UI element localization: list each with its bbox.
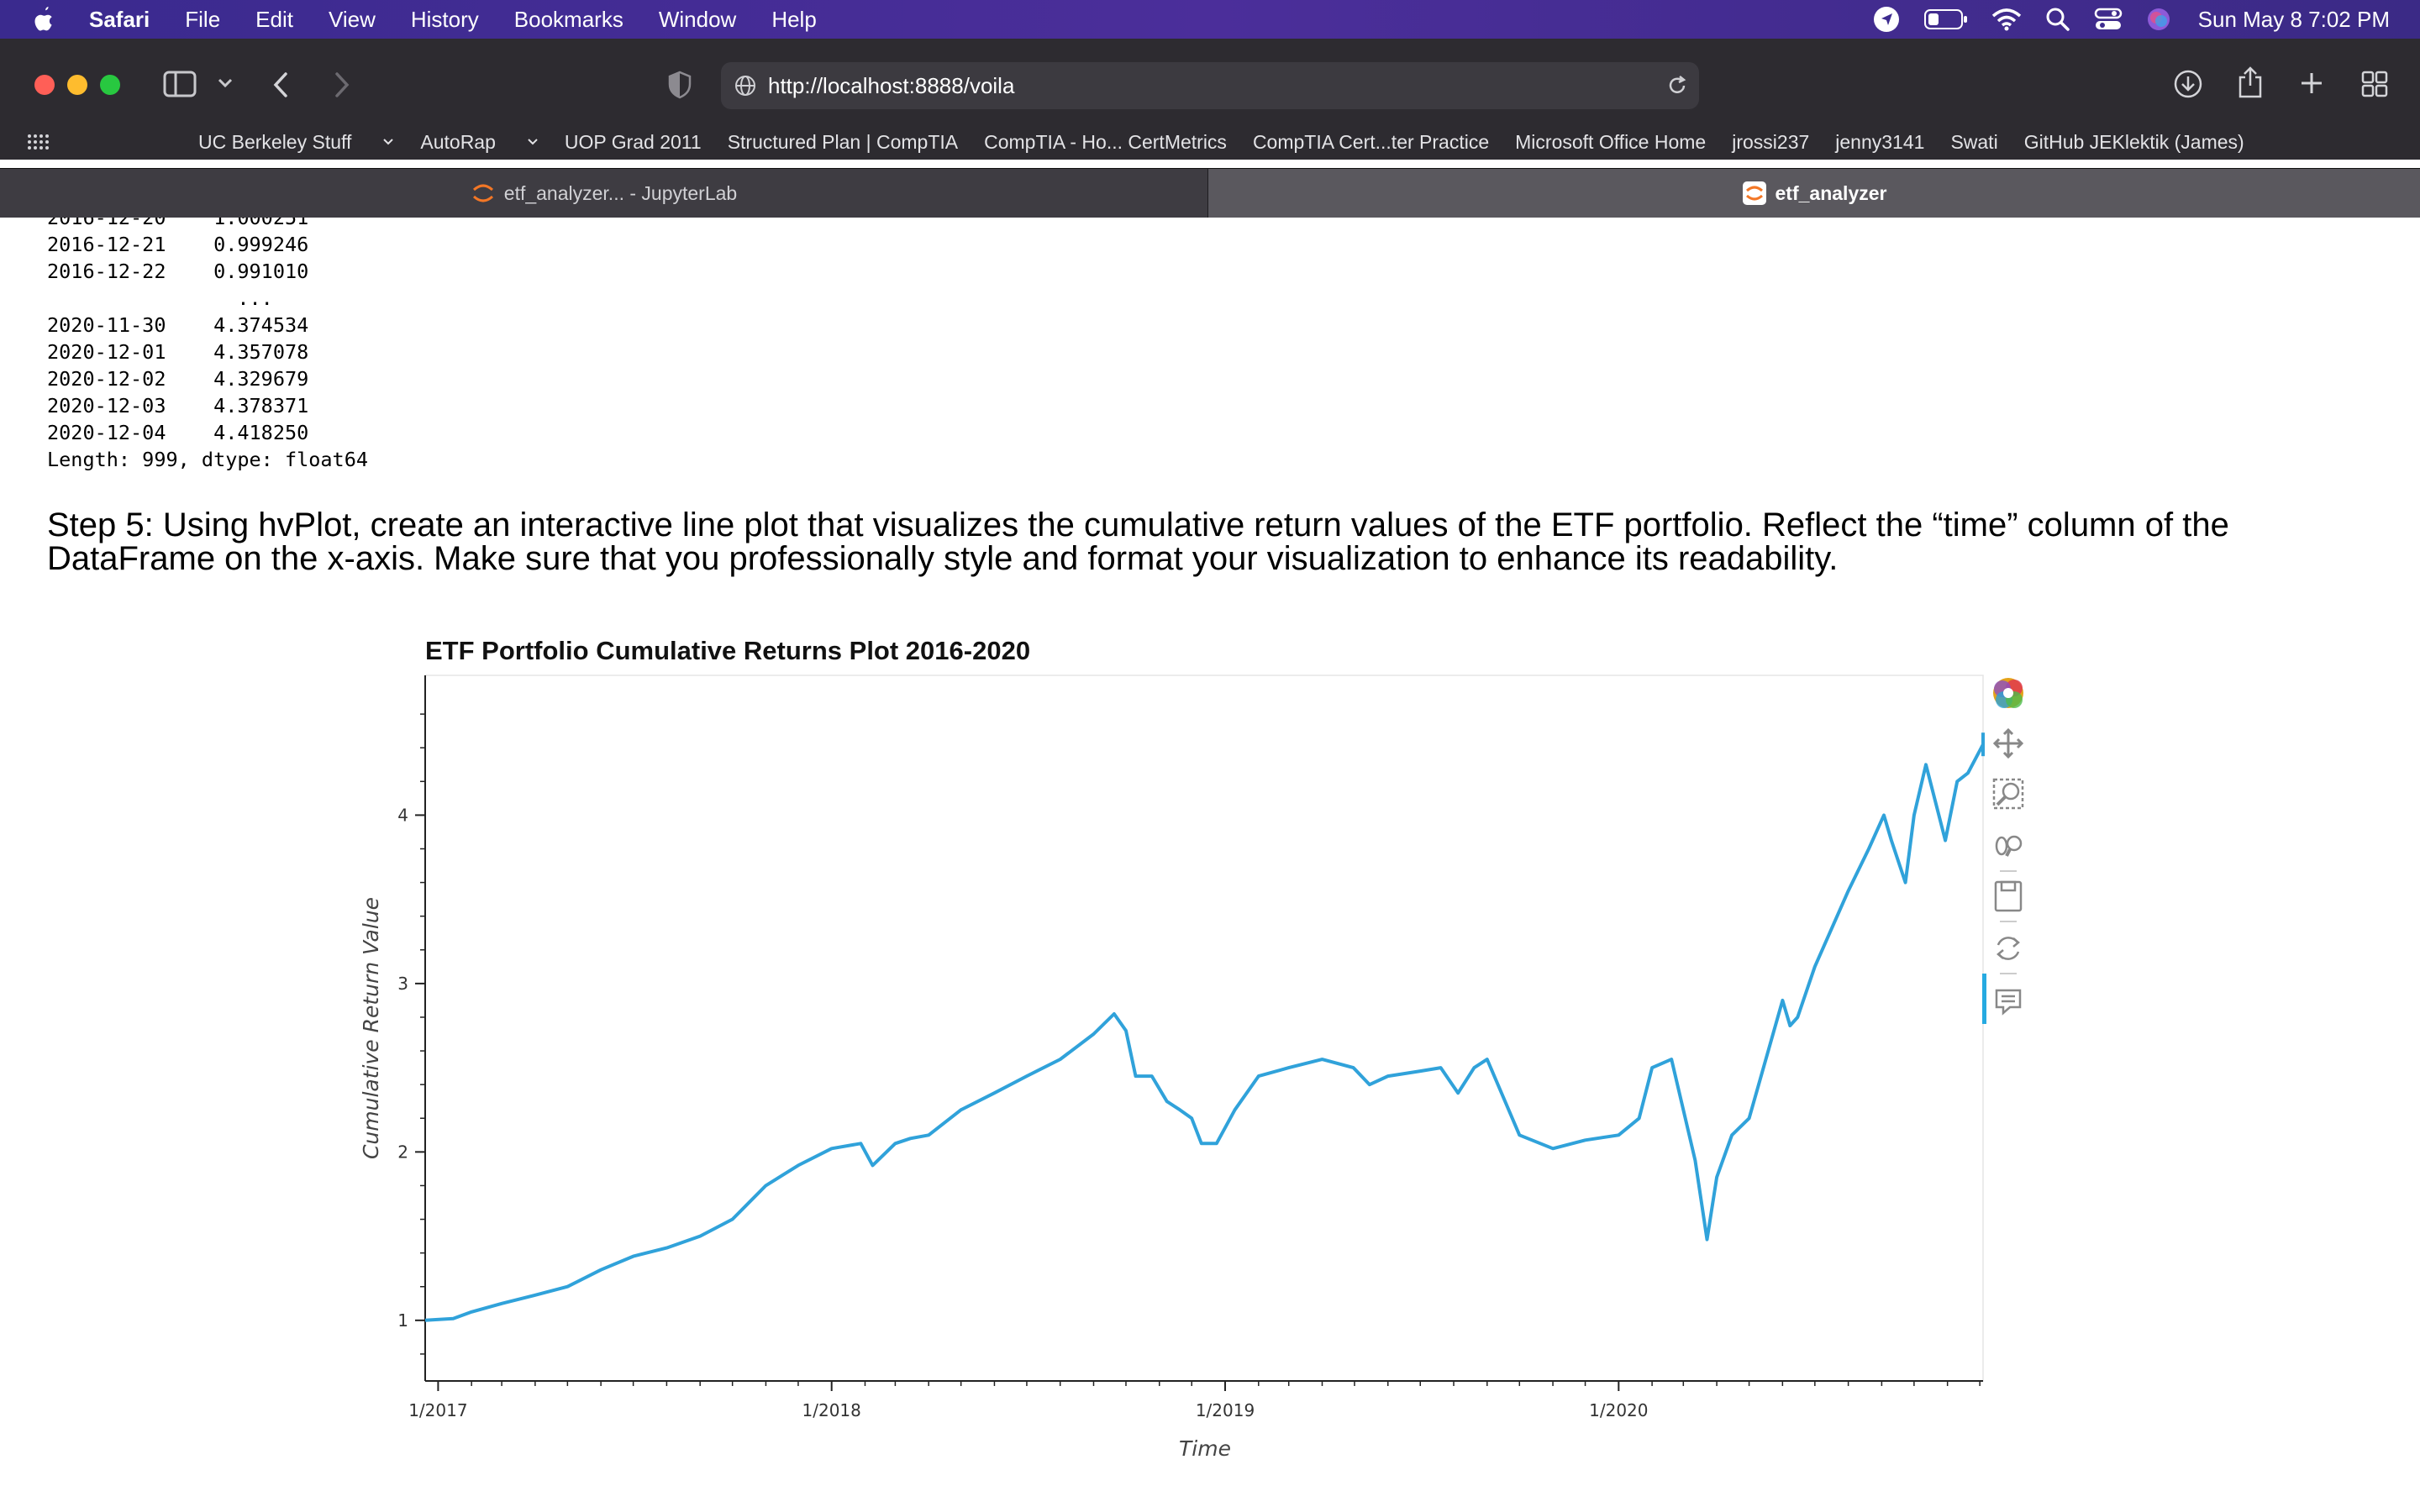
zoom-window-button[interactable] xyxy=(100,75,120,95)
tab-overview-icon[interactable] xyxy=(2361,71,2388,97)
menu-file[interactable]: File xyxy=(185,7,220,33)
wheel-zoom-tool-icon[interactable] xyxy=(1995,835,2023,857)
favorite-uc-berkeley-stuff[interactable]: UC Berkeley Stuff xyxy=(198,131,394,154)
chart-title: ETF Portfolio Cumulative Returns Plot 20… xyxy=(425,636,1030,665)
plot-area[interactable] xyxy=(424,675,1984,1382)
privacy-shield-icon[interactable] xyxy=(667,71,692,99)
siri-icon[interactable] xyxy=(2146,7,2171,32)
favorite-uop-grad[interactable]: UOP Grad 2011 xyxy=(565,131,702,154)
x-tick-label: 1/2017 xyxy=(408,1400,467,1420)
sidebar-toggle-icon[interactable] xyxy=(163,71,197,97)
jupyter-icon xyxy=(1742,181,1766,205)
chevron-down-icon xyxy=(383,139,394,145)
save-tool-icon[interactable] xyxy=(1994,880,2023,912)
favorites-bar: UC Berkeley Stuff AutoRap UOP Grad 2011 … xyxy=(0,124,2420,160)
pan-tool-icon[interactable] xyxy=(1992,727,2024,759)
hover-tool-icon[interactable] xyxy=(1995,989,2022,1016)
reset-tool-icon[interactable] xyxy=(1996,937,2020,960)
reload-icon[interactable] xyxy=(1665,74,1689,97)
y-tick-label: 3 xyxy=(397,974,408,994)
back-icon[interactable] xyxy=(271,71,291,99)
y-tick-label: 4 xyxy=(397,805,408,825)
favorite-github[interactable]: GitHub JEKlektik (James) xyxy=(2024,131,2244,154)
close-window-button[interactable] xyxy=(34,75,55,95)
globe-icon xyxy=(735,76,755,96)
menubar-clock[interactable]: Sun May 8 7:02 PM xyxy=(2198,7,2390,33)
favorite-swati[interactable]: Swati xyxy=(1950,131,1997,154)
menu-edit[interactable]: Edit xyxy=(255,7,293,33)
downloads-icon[interactable] xyxy=(2173,69,2203,99)
menu-view[interactable]: View xyxy=(329,7,376,33)
tab-label: etf_analyzer... - JupyterLab xyxy=(503,181,738,204)
menu-history[interactable]: History xyxy=(411,7,479,33)
battery-icon[interactable] xyxy=(1923,8,1968,30)
y-tick-label: 2 xyxy=(397,1142,408,1162)
favorite-comptia-practice[interactable]: CompTIA Cert...ter Practice xyxy=(1253,131,1489,154)
url-text[interactable]: http://localhost:8888/voila xyxy=(768,73,1014,99)
tab-etf-analyzer[interactable]: etf_analyzer xyxy=(1208,169,2420,218)
minimize-window-button[interactable] xyxy=(67,75,87,95)
forward-icon[interactable] xyxy=(332,71,352,99)
favorite-comptia-certmetrics[interactable]: CompTIA - Ho... CertMetrics xyxy=(984,131,1227,154)
y-axis-title: Cumulative Return Value xyxy=(359,897,383,1159)
menu-bar: Safari File Edit View History Bookmarks … xyxy=(0,0,2420,39)
spotlight-search-icon[interactable] xyxy=(2045,7,2070,32)
favorite-autorap[interactable]: AutoRap xyxy=(420,131,539,154)
page-content: 2016-12-20 1.000251 2016-12-21 0.999246 20… xyxy=(0,218,2420,1512)
new-tab-icon[interactable] xyxy=(2299,71,2324,96)
active-tool-indicator xyxy=(1982,974,1986,1024)
favorite-structured-plan[interactable]: Structured Plan | CompTIA xyxy=(728,131,958,154)
cumulative-returns-chart[interactable]: ETF Portfolio Cumulative Returns Plot 20… xyxy=(0,218,2420,1512)
favorite-jrossi237[interactable]: jrossi237 xyxy=(1732,131,1809,154)
tab-label: etf_analyzer xyxy=(1775,181,1887,204)
location-icon[interactable] xyxy=(1872,5,1901,34)
x-tick-label: 1/2019 xyxy=(1196,1400,1255,1420)
x-axis-title: Time xyxy=(1179,1436,1231,1461)
tab-bar: etf_analyzer... - JupyterLab etf_analyze… xyxy=(0,168,2420,218)
chart-toolbar xyxy=(1982,678,2024,1024)
chevron-down-icon[interactable] xyxy=(217,77,234,89)
jupyter-icon xyxy=(472,184,493,202)
apple-icon[interactable] xyxy=(32,5,55,32)
favorite-microsoft-office[interactable]: Microsoft Office Home xyxy=(1515,131,1706,154)
address-bar[interactable]: http://localhost:8888/voila xyxy=(721,62,1699,109)
favorite-label: UC Berkeley Stuff xyxy=(198,130,352,153)
box-zoom-tool-icon[interactable] xyxy=(1992,778,2024,810)
chevron-down-icon xyxy=(528,139,538,145)
menu-bookmarks[interactable]: Bookmarks xyxy=(514,7,623,33)
menu-help[interactable]: Help xyxy=(771,7,816,33)
menu-window[interactable]: Window xyxy=(659,7,736,33)
favorite-label: AutoRap xyxy=(420,130,496,153)
apps-grid-icon[interactable] xyxy=(27,134,49,150)
bokeh-logo-icon[interactable] xyxy=(1993,678,2023,708)
x-tick-label: 1/2020 xyxy=(1589,1400,1648,1420)
x-tick-label: 1/2018 xyxy=(802,1400,861,1420)
control-center-icon[interactable] xyxy=(2094,7,2123,32)
favorite-jenny3141[interactable]: jenny3141 xyxy=(1835,131,1924,154)
tab-jupyterlab[interactable]: etf_analyzer... - JupyterLab xyxy=(0,169,1207,218)
share-icon[interactable] xyxy=(2237,66,2264,99)
y-tick-label: 1 xyxy=(397,1310,408,1331)
menu-safari[interactable]: Safari xyxy=(89,7,150,33)
wifi-icon[interactable] xyxy=(1991,8,2022,31)
